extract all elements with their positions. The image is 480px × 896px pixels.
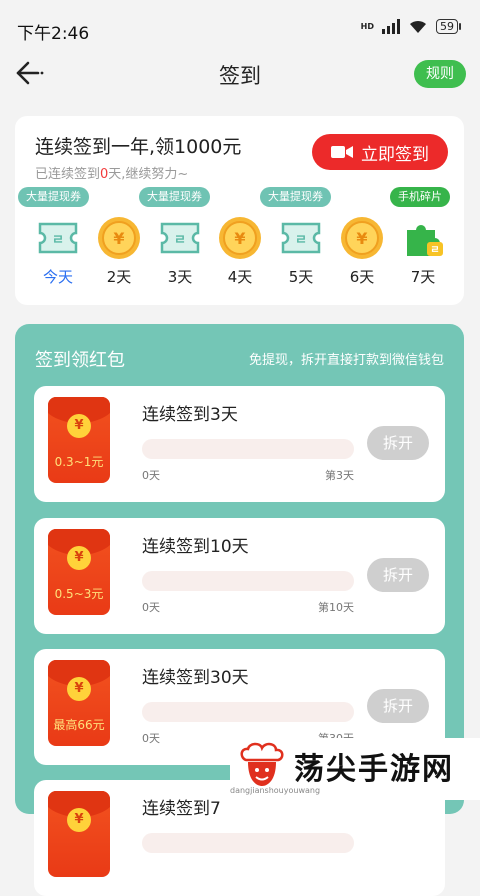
red-envelope-icon: ¥ 最高66元 bbox=[48, 660, 110, 746]
status-time: 下午2:46 bbox=[17, 24, 90, 44]
watermark: 荡尖手游网 dangjianshouyouwang bbox=[230, 738, 480, 800]
svg-text:ㄹ: ㄹ bbox=[174, 233, 186, 248]
svg-text:ㄹ: ㄹ bbox=[295, 233, 307, 248]
reward-tag: 大量提现券 bbox=[260, 187, 331, 207]
red-packet-amount: 最高66元 bbox=[53, 718, 105, 732]
status-icons: HD 59 bbox=[360, 18, 461, 34]
open-red-packet-button[interactable]: 拆开 bbox=[367, 426, 429, 460]
checkin-day: ¥6天 bbox=[332, 216, 392, 287]
checkin-day-label: 今天 bbox=[42, 268, 73, 286]
svg-text:¥: ¥ bbox=[234, 229, 245, 248]
reward-tag: 大量提现券 bbox=[18, 187, 89, 207]
red-packet-note: 免提现，拆开直接打款到微信钱包 bbox=[248, 353, 444, 368]
red-packet-title-text: 连续签到10天 bbox=[142, 537, 249, 557]
video-camera-icon bbox=[331, 146, 353, 158]
checkin-day: ㄹ 5天 bbox=[271, 216, 331, 287]
ticket-icon: ㄹ bbox=[158, 216, 202, 260]
checkin-day: ㄹ今天 bbox=[28, 216, 88, 287]
rules-button[interactable]: 规则 bbox=[414, 60, 466, 88]
checkin-sub-prefix: 已连续签到 bbox=[35, 167, 101, 182]
checkin-day: ㄹ 3天 bbox=[150, 216, 210, 287]
red-packet-title-text: 连续签到7 bbox=[142, 799, 221, 819]
chef-logo-icon bbox=[240, 742, 284, 786]
checkin-day: ¥4天 bbox=[210, 216, 270, 287]
red-packet-amount: 0.3~1元 bbox=[54, 455, 104, 469]
checkin-day-label: 2天 bbox=[106, 268, 132, 286]
progress-bar bbox=[142, 702, 354, 722]
nav-bar: 签到 规则 bbox=[0, 56, 480, 92]
battery-indicator: 59 bbox=[436, 18, 461, 34]
progress-start-label: 0天 bbox=[142, 601, 160, 614]
progress-end-label: 第10天 bbox=[318, 601, 354, 614]
hd-indicator: HD bbox=[360, 21, 374, 31]
signal-icon bbox=[382, 18, 400, 34]
yuan-coin-icon: ¥ bbox=[67, 414, 91, 438]
progress-start-label: 0天 bbox=[142, 732, 160, 745]
page-title: 签到 bbox=[219, 64, 261, 88]
red-packet-title-text: 连续签到3天 bbox=[142, 405, 238, 425]
checkin-day-label: 7天 bbox=[410, 268, 436, 286]
checkin-day: ㄹ 7天 bbox=[393, 216, 453, 287]
red-envelope-icon: ¥0.3~1元 bbox=[48, 397, 110, 483]
watermark-url: dangjianshouyouwang bbox=[230, 786, 321, 795]
svg-text:¥: ¥ bbox=[113, 229, 124, 248]
open-red-packet-button[interactable]: 拆开 bbox=[367, 689, 429, 723]
checkin-title: 连续签到一年,领1000元 bbox=[35, 136, 242, 158]
progress-bar bbox=[142, 439, 354, 459]
checkin-day-label: 4天 bbox=[227, 268, 253, 286]
progress-end-label: 第3天 bbox=[325, 469, 354, 482]
coin-icon: ¥ bbox=[340, 216, 384, 260]
yuan-coin-icon: ¥ bbox=[67, 546, 91, 570]
reward-tag: 大量提现券 bbox=[139, 187, 210, 207]
svg-text:ㄹ: ㄹ bbox=[430, 245, 439, 256]
checkin-day-label: 3天 bbox=[167, 268, 193, 286]
progress-bar bbox=[142, 571, 354, 591]
red-packet-row: ¥0.5~3元 连续签到10天 0天 第10天 拆开 bbox=[34, 518, 445, 634]
yuan-coin-icon: ¥ bbox=[67, 808, 91, 832]
status-bar: 下午2:46 HD 59 bbox=[0, 0, 480, 56]
checkin-day-label: 6天 bbox=[349, 268, 375, 286]
yuan-coin-icon: ¥ bbox=[67, 677, 91, 701]
progress-start-label: 0天 bbox=[142, 469, 160, 482]
ticket-icon: ㄹ bbox=[279, 216, 323, 260]
sign-in-button[interactable]: 立即签到 bbox=[312, 134, 448, 170]
progress-bar bbox=[142, 833, 354, 853]
wifi-icon bbox=[410, 20, 426, 33]
red-packet-title: 签到领红包 bbox=[35, 350, 125, 371]
red-packet-title-text: 连续签到30天 bbox=[142, 668, 249, 688]
red-envelope-icon: ¥0.5~3元 bbox=[48, 529, 110, 615]
red-envelope-icon: ¥ bbox=[48, 791, 110, 877]
watermark-brand: 荡尖手游网 bbox=[294, 752, 454, 787]
checkin-card: 连续签到一年,领1000元 已连续签到0天,继续努力~ 立即签到 大量提现券 大… bbox=[15, 116, 464, 305]
coin-icon: ¥ bbox=[97, 216, 141, 260]
svg-text:¥: ¥ bbox=[356, 229, 367, 248]
svg-text:ㄹ: ㄹ bbox=[52, 233, 64, 248]
reward-tag: 手机碎片 bbox=[390, 187, 450, 207]
checkin-subtitle: 已连续签到0天,继续努力~ bbox=[35, 163, 188, 182]
open-red-packet-button[interactable]: 拆开 bbox=[367, 558, 429, 592]
red-packet-amount: 0.5~3元 bbox=[54, 587, 104, 601]
ticket-icon: ㄹ bbox=[36, 216, 80, 260]
coin-icon: ¥ bbox=[218, 216, 262, 260]
checkin-sub-suffix: 天,继续努力~ bbox=[108, 167, 189, 182]
sign-in-label: 立即签到 bbox=[361, 144, 429, 165]
red-packet-row: ¥0.3~1元 连续签到3天 0天 第3天 拆开 bbox=[34, 386, 445, 502]
checkin-day-label: 5天 bbox=[288, 268, 314, 286]
checkin-day: ¥2天 bbox=[89, 216, 149, 287]
puzzle-icon: ㄹ bbox=[401, 216, 445, 260]
